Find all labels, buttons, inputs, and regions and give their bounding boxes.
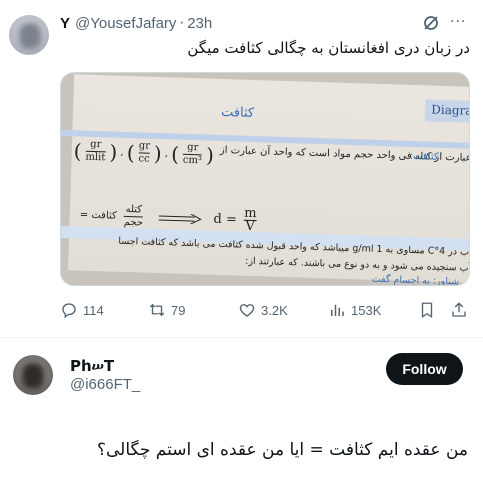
diagram-tab: Diagram [424, 99, 469, 124]
reply-text: من عقده ایم کثافت = ایا من عقده ای استم … [96, 440, 468, 460]
reply-count: 114 [83, 302, 104, 318]
retweet-button[interactable]: 79 [148, 301, 185, 319]
definition-label: کثافت: [409, 150, 439, 163]
author-name[interactable]: PhሠT [70, 357, 114, 375]
more-icon[interactable]: ··· [450, 14, 470, 32]
follow-button[interactable]: Follow [386, 353, 463, 385]
timestamp[interactable]: 23h [187, 15, 212, 32]
page-title: کثافت [220, 104, 255, 121]
unit-fractions: (gr mlit) , (gr cc) , (gr cm³) [73, 138, 215, 168]
retweet-count: 79 [171, 302, 186, 318]
views-icon [331, 304, 344, 316]
share-button[interactable] [450, 301, 473, 319]
implies-arrow-icon [158, 213, 202, 224]
views-count: 153K [351, 302, 382, 318]
tweet-image[interactable]: Diagram کثافت (gr mlit) , (gr cc) , (gr cm³… [60, 72, 470, 286]
separator: · [179, 14, 185, 32]
avatar[interactable] [13, 355, 53, 395]
tweet-header: Y @YousefJafary · 23h [60, 14, 212, 32]
grok-icon[interactable] [422, 14, 440, 32]
reply-tweet[interactable]: PhሠT @i666FT_ Follow من عقده ایم کثافت =… [0, 338, 483, 480]
original-tweet[interactable]: Y @YousefJafary · 23h ··· در زبان دری اف… [0, 0, 483, 333]
views-button[interactable]: 153K [328, 301, 381, 319]
author-handle[interactable]: @i666FT_ [70, 376, 140, 393]
bookmark-icon [421, 302, 433, 319]
reply-button[interactable]: 114 [60, 301, 104, 319]
tweet-text: در زبان دری افغانستان به چگالی کثافت میگ… [187, 39, 470, 57]
action-bar: 114 79 3.2K 153K [60, 301, 480, 321]
reply-icon [62, 303, 76, 319]
author-name[interactable]: Y [60, 15, 70, 32]
textbook-page: Diagram کثافت (gr mlit) , (gr cc) , (gr cm³… [61, 74, 469, 285]
like-button[interactable]: 3.2K [238, 301, 288, 319]
bookmark-button[interactable] [418, 301, 441, 319]
share-icon [452, 302, 466, 317]
author-handle[interactable]: @YousefJafary [75, 15, 176, 32]
like-count: 3.2K [261, 302, 288, 318]
retweet-icon [149, 303, 165, 317]
avatar[interactable] [9, 15, 49, 55]
like-icon [239, 304, 255, 317]
